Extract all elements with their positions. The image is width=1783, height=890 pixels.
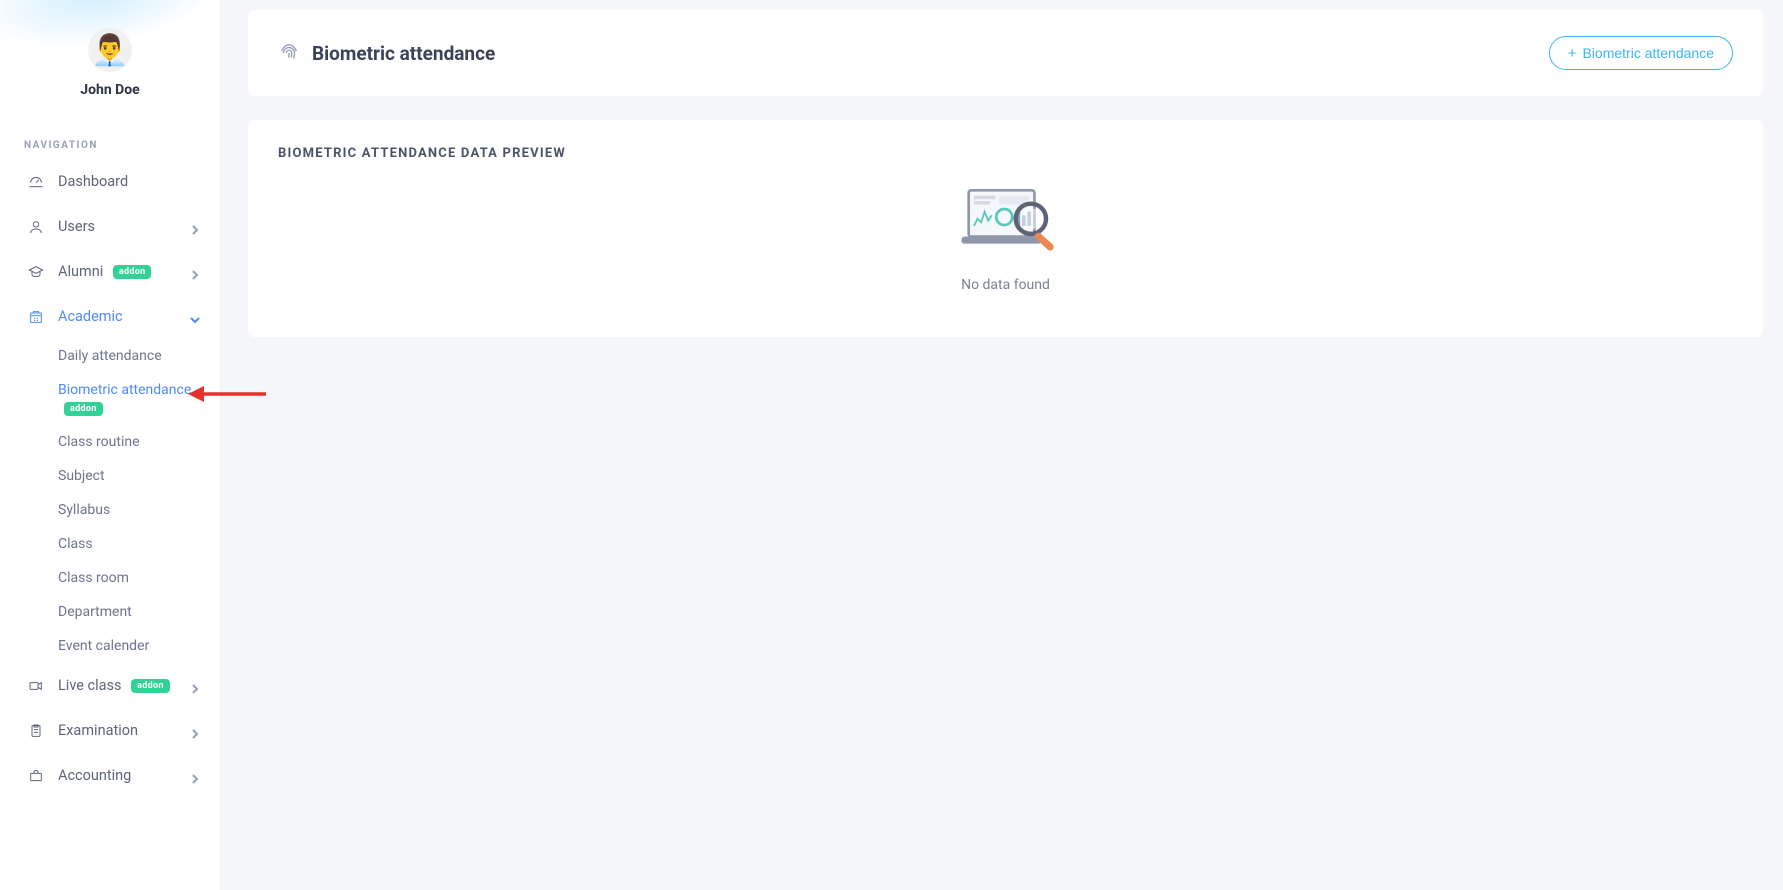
sidebar-item-label: Dashboard bbox=[58, 173, 128, 190]
chevron-right-icon bbox=[190, 267, 200, 277]
data-preview-card: BIOMETRIC ATTENDANCE DATA PREVIEW bbox=[248, 120, 1763, 337]
academic-subnav: Daily attendance Biometric attendance ad… bbox=[0, 339, 220, 663]
sidebar-item-academic[interactable]: Academic bbox=[0, 294, 220, 339]
subnav-subject[interactable]: Subject bbox=[58, 459, 220, 493]
sidebar-item-users[interactable]: Users bbox=[0, 204, 220, 249]
clipboard-icon bbox=[28, 723, 44, 739]
subnav-biometric-attendance[interactable]: Biometric attendance addon bbox=[58, 373, 220, 425]
sidebar-item-live-class[interactable]: Live class addon bbox=[0, 663, 220, 708]
briefcase-icon bbox=[28, 768, 44, 784]
sidebar-item-accounting[interactable]: Accounting bbox=[0, 753, 220, 798]
nav-section-label: NAVIGATION bbox=[0, 112, 220, 159]
chevron-right-icon bbox=[190, 726, 200, 736]
subnav-daily-attendance[interactable]: Daily attendance bbox=[58, 339, 220, 373]
chevron-right-icon bbox=[190, 681, 200, 691]
empty-state: No data found bbox=[278, 161, 1733, 293]
user-name: John Doe bbox=[0, 82, 220, 98]
subnav-class-routine[interactable]: Class routine bbox=[58, 425, 220, 459]
chevron-right-icon bbox=[190, 222, 200, 232]
chevron-down-icon bbox=[190, 312, 200, 322]
main-content: Biometric attendance + Biometric attenda… bbox=[220, 0, 1783, 890]
dashboard-icon bbox=[28, 174, 44, 190]
sidebar-item-label: Academic bbox=[58, 308, 123, 325]
empty-state-illustration bbox=[951, 185, 1061, 265]
sidebar-item-dashboard[interactable]: Dashboard bbox=[0, 159, 220, 204]
subnav-class-room[interactable]: Class room bbox=[58, 561, 220, 595]
fingerprint-icon bbox=[278, 42, 300, 64]
avatar[interactable]: 👨‍💼 bbox=[88, 28, 132, 72]
subnav-event-calender[interactable]: Event calender bbox=[58, 629, 220, 663]
add-biometric-attendance-button[interactable]: + Biometric attendance bbox=[1549, 36, 1733, 70]
card-title: BIOMETRIC ATTENDANCE DATA PREVIEW bbox=[278, 146, 1733, 161]
subnav-syllabus[interactable]: Syllabus bbox=[58, 493, 220, 527]
subnav-item-label: Biometric attendance bbox=[58, 382, 191, 398]
building-icon bbox=[28, 309, 44, 325]
sidebar-item-alumni[interactable]: Alumni addon bbox=[0, 249, 220, 294]
addon-badge: addon bbox=[64, 402, 103, 416]
page-header: Biometric attendance + Biometric attenda… bbox=[248, 10, 1763, 96]
user-icon bbox=[28, 219, 44, 235]
sidebar-item-label: Examination bbox=[58, 722, 138, 739]
sidebar-item-examination[interactable]: Examination bbox=[0, 708, 220, 753]
sidebar-item-label: Users bbox=[58, 218, 95, 235]
graduation-cap-icon bbox=[28, 264, 44, 280]
plus-icon: + bbox=[1568, 46, 1577, 61]
page-title: Biometric attendance bbox=[312, 42, 495, 65]
sidebar-item-label: Live class bbox=[58, 677, 122, 694]
button-label: Biometric attendance bbox=[1582, 45, 1714, 61]
chevron-right-icon bbox=[190, 771, 200, 781]
video-icon bbox=[28, 678, 44, 694]
sidebar: 👨‍💼 John Doe NAVIGATION Dashboard Users bbox=[0, 0, 220, 890]
addon-badge: addon bbox=[131, 679, 170, 693]
subnav-class[interactable]: Class bbox=[58, 527, 220, 561]
subnav-department[interactable]: Department bbox=[58, 595, 220, 629]
page-title-wrap: Biometric attendance bbox=[278, 42, 495, 65]
addon-badge: addon bbox=[113, 265, 152, 279]
sidebar-header: 👨‍💼 John Doe bbox=[0, 0, 220, 112]
sidebar-item-label: Accounting bbox=[58, 767, 131, 784]
sidebar-item-label: Alumni bbox=[58, 263, 103, 280]
empty-state-text: No data found bbox=[278, 277, 1733, 293]
